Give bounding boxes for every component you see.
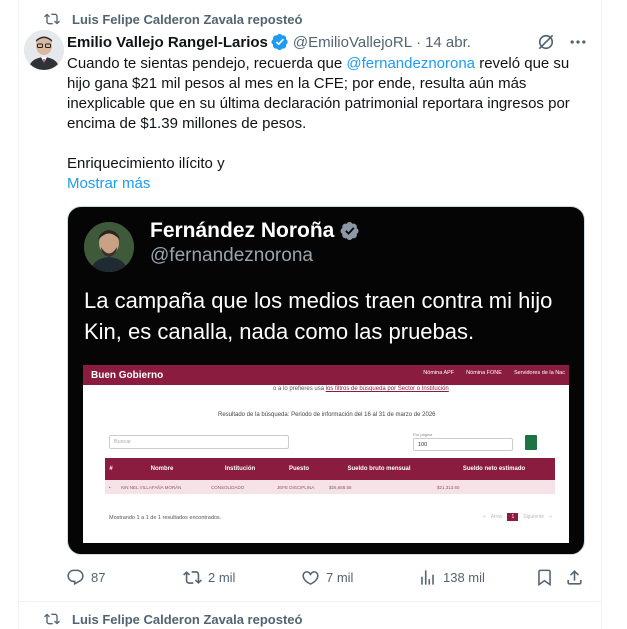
gov-nav-item: Nómina APF <box>423 370 455 376</box>
gov-table-row: • KIN NEL VILLAFAÑA MORÁN CONSOLIDADO JE… <box>105 480 555 494</box>
repost-icon <box>183 571 202 584</box>
gov-search-input: Buscar <box>109 435 289 449</box>
heart-icon <box>302 571 319 585</box>
share-icon <box>567 570 582 585</box>
tweet-text-paragraph2: Enriquecimiento ilícito y <box>67 155 225 172</box>
gov-pager-item: » <box>549 514 552 520</box>
tweet-separator <box>18 601 602 602</box>
gov-cell: KIN NEL VILLAFAÑA MORÁN <box>121 484 182 490</box>
quoted-name: Fernández Noroña <box>150 219 335 242</box>
quoted-text: La campaña que los medios traen contra m… <box>84 288 553 344</box>
gov-cell: JEFE DISCIPLINA <box>277 484 315 490</box>
mention-link[interactable]: @fernandeznorona <box>346 55 475 72</box>
like-button[interactable]: 7 mil <box>301 568 353 587</box>
gov-pager-item: « <box>483 514 486 520</box>
gov-col-header: Puesto <box>288 466 309 472</box>
repost-button[interactable]: 2 mil <box>183 568 235 587</box>
tweet-text: Cuando te sientas pendejo, recuerda que … <box>67 54 589 174</box>
tweet-date[interactable]: 14 abr. <box>425 34 471 51</box>
gov-col-header: Nombre <box>150 466 174 472</box>
gov-per-page-select: 100 <box>413 438 513 451</box>
gov-results-count: Mostrando 1 a 1 de 1 resultados encontra… <box>109 515 222 521</box>
excel-export-icon <box>525 435 537 450</box>
gov-cell: $26,658.58 <box>329 484 352 490</box>
author-name[interactable]: Emilio Vallejo Rangel-Larios <box>67 34 268 51</box>
gov-result-period: Periodo de información del 16 al 31 de m… <box>291 412 436 418</box>
repost-icon <box>44 13 60 25</box>
gov-pager-item: Siguiente <box>523 514 545 520</box>
repost-count: 2 mil <box>208 570 236 585</box>
timeline-left-border <box>18 0 19 629</box>
gov-result-caption: Resultado de la búsqueda: Periodo de inf… <box>218 412 436 418</box>
next-repost-context-text: Luis Felipe Calderon Zavala reposteó <box>72 611 303 627</box>
repost-icon <box>44 613 60 625</box>
tweet-action-bar: 87 2 mil 7 mil 138 mil <box>66 568 588 588</box>
gov-header-bar: Buen Gobierno Nómina APF Nómina FONE Ser… <box>83 365 569 385</box>
repost-context-text: Luis Felipe Calderon Zavala reposteó <box>72 11 303 27</box>
gov-pagination: « Atrás 1 Siguiente » <box>483 513 552 521</box>
show-more-link[interactable]: Mostrar más <box>67 175 150 192</box>
next-repost-context[interactable]: Luis Felipe Calderon Zavala reposteó <box>44 609 302 629</box>
quoted-avatar <box>84 222 134 272</box>
gov-nav: Nómina APF Nómina FONE Servidores de la … <box>423 370 565 376</box>
views-button[interactable]: 138 mil <box>418 568 485 587</box>
analytics-icon <box>421 570 434 585</box>
gov-table-header: # Nombre Institución Puesto Sueldo bruto… <box>105 458 555 480</box>
gov-result-label: Resultado de la búsqueda: <box>218 412 290 418</box>
author-handle[interactable]: @EmilioVallejoRL <box>293 34 412 51</box>
gov-col-header: # <box>109 466 113 472</box>
gov-nav-item: Nómina FONE <box>466 370 502 376</box>
gov-cell: • <box>109 484 111 490</box>
share-button[interactable] <box>565 568 584 587</box>
reply-icon <box>67 569 84 586</box>
more-options-icon[interactable] <box>568 32 588 52</box>
tweet-header-actions <box>536 32 588 52</box>
gov-per-page-label: Por página <box>413 432 433 437</box>
gov-pager-item: Atrás <box>490 514 503 520</box>
gov-col-header: Institución <box>224 466 256 472</box>
gov-cell: CONSOLIDADO <box>211 484 245 490</box>
gov-results-table: # Nombre Institución Puesto Sueldo bruto… <box>105 458 555 494</box>
repost-context[interactable]: Luis Felipe Calderon Zavala reposteó <box>44 9 302 29</box>
quoted-verified-icon <box>340 222 359 240</box>
verified-badge-icon[interactable] <box>271 33 289 51</box>
reply-count: 87 <box>91 570 106 585</box>
reply-button[interactable]: 87 <box>66 568 105 587</box>
author-avatar-image <box>24 30 64 70</box>
quoted-name-row: Fernández Noroña <box>150 219 360 243</box>
gov-filter-link: los filtros de búsqueda por Sector o Ins… <box>325 386 449 392</box>
author-avatar[interactable] <box>24 30 64 70</box>
quoted-handle: @fernandeznorona <box>150 245 313 266</box>
tweet-text-part1: Cuando te sientas pendejo, recuerda que <box>67 55 347 72</box>
gov-cell: $21,313.60 <box>437 484 460 490</box>
gov-pager-current: 1 <box>507 513 519 521</box>
tweet-header: Emilio Vallejo Rangel-Larios @EmilioVall… <box>67 32 471 52</box>
bookmark-icon <box>538 569 551 587</box>
gov-brand: Buen Gobierno <box>91 369 164 381</box>
grok-icon[interactable] <box>536 32 556 52</box>
government-site-screenshot: Buen Gobierno Nómina APF Nómina FONE Ser… <box>83 365 569 543</box>
gov-nav-item: Servidores de la Nac <box>513 370 565 376</box>
tweet-media-image[interactable]: Fernández Noroña @fernandeznorona La cam… <box>67 206 585 555</box>
quoted-avatar-image <box>84 222 134 272</box>
bookmark-button[interactable] <box>535 568 554 587</box>
gov-col-header: Sueldo bruto mensual <box>347 466 411 472</box>
timeline-right-border <box>601 0 602 629</box>
view-count: 138 mil <box>443 570 485 585</box>
header-separator: · <box>416 33 422 51</box>
gov-filter-hint: o a lo prefieres usa los filtros de búsq… <box>273 386 449 392</box>
like-count: 7 mil <box>326 570 354 585</box>
gov-filter-prefix: o a lo prefieres usa <box>273 386 326 392</box>
gov-col-header: Sueldo neto estimado <box>462 466 526 472</box>
